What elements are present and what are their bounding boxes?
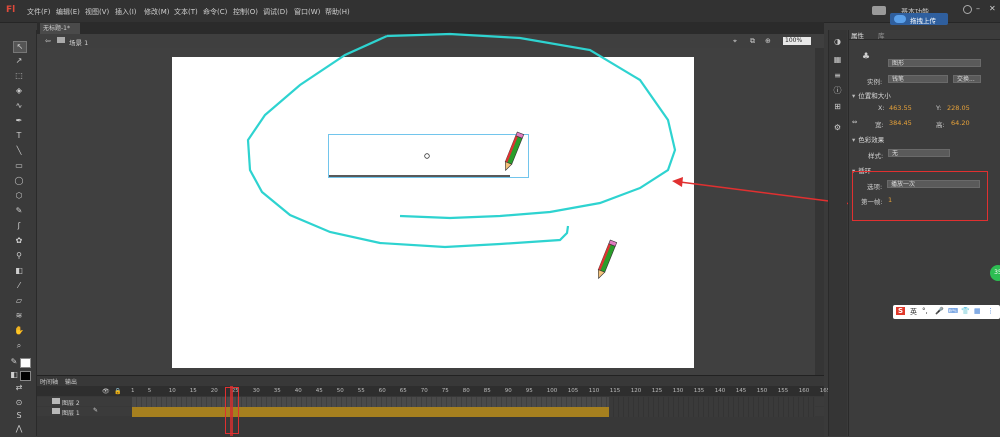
frame-tick-label: 30 <box>252 388 260 394</box>
floating-assistant-badge[interactable]: 35 <box>990 265 1000 281</box>
annotation-arrow <box>679 181 853 205</box>
x-label: X: <box>878 104 885 112</box>
ime-language[interactable]: 英 <box>910 307 917 317</box>
components-panel-icon[interactable]: ⚙ <box>833 124 842 132</box>
frame-tick-label: 115 <box>609 388 621 394</box>
symbol-type-select[interactable]: 图形 <box>888 59 981 67</box>
layer-icon <box>52 408 60 414</box>
menu-grid-icon[interactable]: ⋮ <box>987 307 994 315</box>
frame-tick-label: 60 <box>378 388 386 394</box>
frame-tick-label: 45 <box>315 388 323 394</box>
pencil-graphic-1 <box>504 131 525 172</box>
swatches-panel-icon[interactable]: ▦ <box>833 56 842 64</box>
pencil-graphic-2 <box>597 239 618 280</box>
frame-tick-label: 100 <box>546 388 558 394</box>
color-panel-icon[interactable]: ◑ <box>833 38 842 46</box>
instance-name[interactable]: 钱笔 <box>888 75 948 83</box>
instance-label: 实例: <box>867 78 883 86</box>
style-select[interactable]: 无 <box>888 149 950 157</box>
frame-tick-label: 40 <box>294 388 302 394</box>
graphic-symbol-icon: ♣ <box>862 52 871 62</box>
link-icon[interactable]: ⇔ <box>852 118 857 126</box>
transform-point <box>424 153 430 159</box>
timeline-frame-ruler <box>37 386 824 396</box>
height-value[interactable]: 64.20 <box>951 119 970 127</box>
frame-tick-label: 70 <box>420 388 428 394</box>
tab-timeline[interactable]: 时间轴 <box>40 377 58 386</box>
annotation-arrowhead <box>672 177 683 187</box>
frame-tick-label: 35 <box>273 388 281 394</box>
position-size-section[interactable]: 位置和大小 <box>852 90 891 100</box>
height-label: 高: <box>936 121 945 129</box>
transform-panel-icon[interactable]: ⊞ <box>833 103 842 111</box>
annotation-box-loop <box>852 171 988 221</box>
align-panel-icon[interactable]: ≡ <box>833 72 842 80</box>
layer-name[interactable]: 图层 2 <box>62 398 80 407</box>
y-label: Y: <box>936 104 942 112</box>
frame-tick-label: 85 <box>483 388 491 394</box>
frame-tick-label: 160 <box>798 388 810 394</box>
frame-tick-label: 110 <box>588 388 600 394</box>
frame-tick-label: 55 <box>357 388 365 394</box>
frame-tick-label: 135 <box>693 388 705 394</box>
y-value[interactable]: 228.05 <box>947 104 970 112</box>
frame-tick-label: 125 <box>651 388 663 394</box>
microphone-icon[interactable]: 🎤 <box>935 307 944 315</box>
frame-tick-label: 140 <box>714 388 726 394</box>
eye-icon[interactable]: 👁 <box>102 388 110 395</box>
width-value[interactable]: 384.45 <box>889 119 912 127</box>
frame-tick-label: 105 <box>567 388 579 394</box>
layer-name[interactable]: 图层 1 <box>62 408 80 417</box>
width-label: 宽: <box>875 121 884 129</box>
ime-logo: S <box>896 307 906 315</box>
layer-1-frames[interactable] <box>132 407 609 417</box>
frame-tick-label: 10 <box>168 388 176 394</box>
punctuation-icon[interactable]: °, <box>922 307 928 315</box>
drawn-cyan-stroke <box>386 32 677 220</box>
frame-tick-label: 75 <box>441 388 449 394</box>
skin-icon[interactable]: 👕 <box>961 307 970 315</box>
empty-frames[interactable] <box>609 397 815 417</box>
frame-tick-label: 65 <box>399 388 407 394</box>
frame-tick-label: 155 <box>777 388 789 394</box>
frame-tick-label: 20 <box>210 388 218 394</box>
frame-tick-label: 50 <box>336 388 344 394</box>
frame-tick-label: 130 <box>672 388 684 394</box>
keyboard-icon[interactable]: ⌨ <box>948 307 958 315</box>
swap-button[interactable]: 交换... <box>953 75 981 83</box>
lock-icon[interactable]: 🔒 <box>114 388 121 395</box>
frame-tick-label: 150 <box>756 388 768 394</box>
annotation-box-playhead <box>225 387 239 434</box>
frame-tick-label: 5 <box>147 388 152 394</box>
tab-output[interactable]: 输出 <box>65 377 77 386</box>
layer-2-frames[interactable] <box>132 397 609 407</box>
frame-tick-label: 80 <box>462 388 470 394</box>
frame-tick-label: 145 <box>735 388 747 394</box>
info-panel-icon[interactable]: ⓘ <box>833 87 842 95</box>
tools-icon[interactable]: ▦ <box>974 307 981 315</box>
frame-tick-label: 120 <box>630 388 642 394</box>
frame-tick-label: 90 <box>504 388 512 394</box>
layer-icon <box>52 398 60 404</box>
x-value[interactable]: 463.55 <box>889 104 912 112</box>
tab-divider <box>848 39 1000 40</box>
style-label: 样式: <box>868 152 884 160</box>
frame-tick-label: 1 <box>131 388 135 394</box>
frame-tick-label: 15 <box>189 388 197 394</box>
frame-tick-label: 95 <box>525 388 533 394</box>
color-effect-section[interactable]: 色彩效果 <box>852 134 884 144</box>
pencil-edit-icon: ✎ <box>93 407 99 414</box>
ime-toolbar[interactable]: S 英 °, 🎤 ⌨ 👕 ▦ ⋮ <box>893 305 1000 319</box>
